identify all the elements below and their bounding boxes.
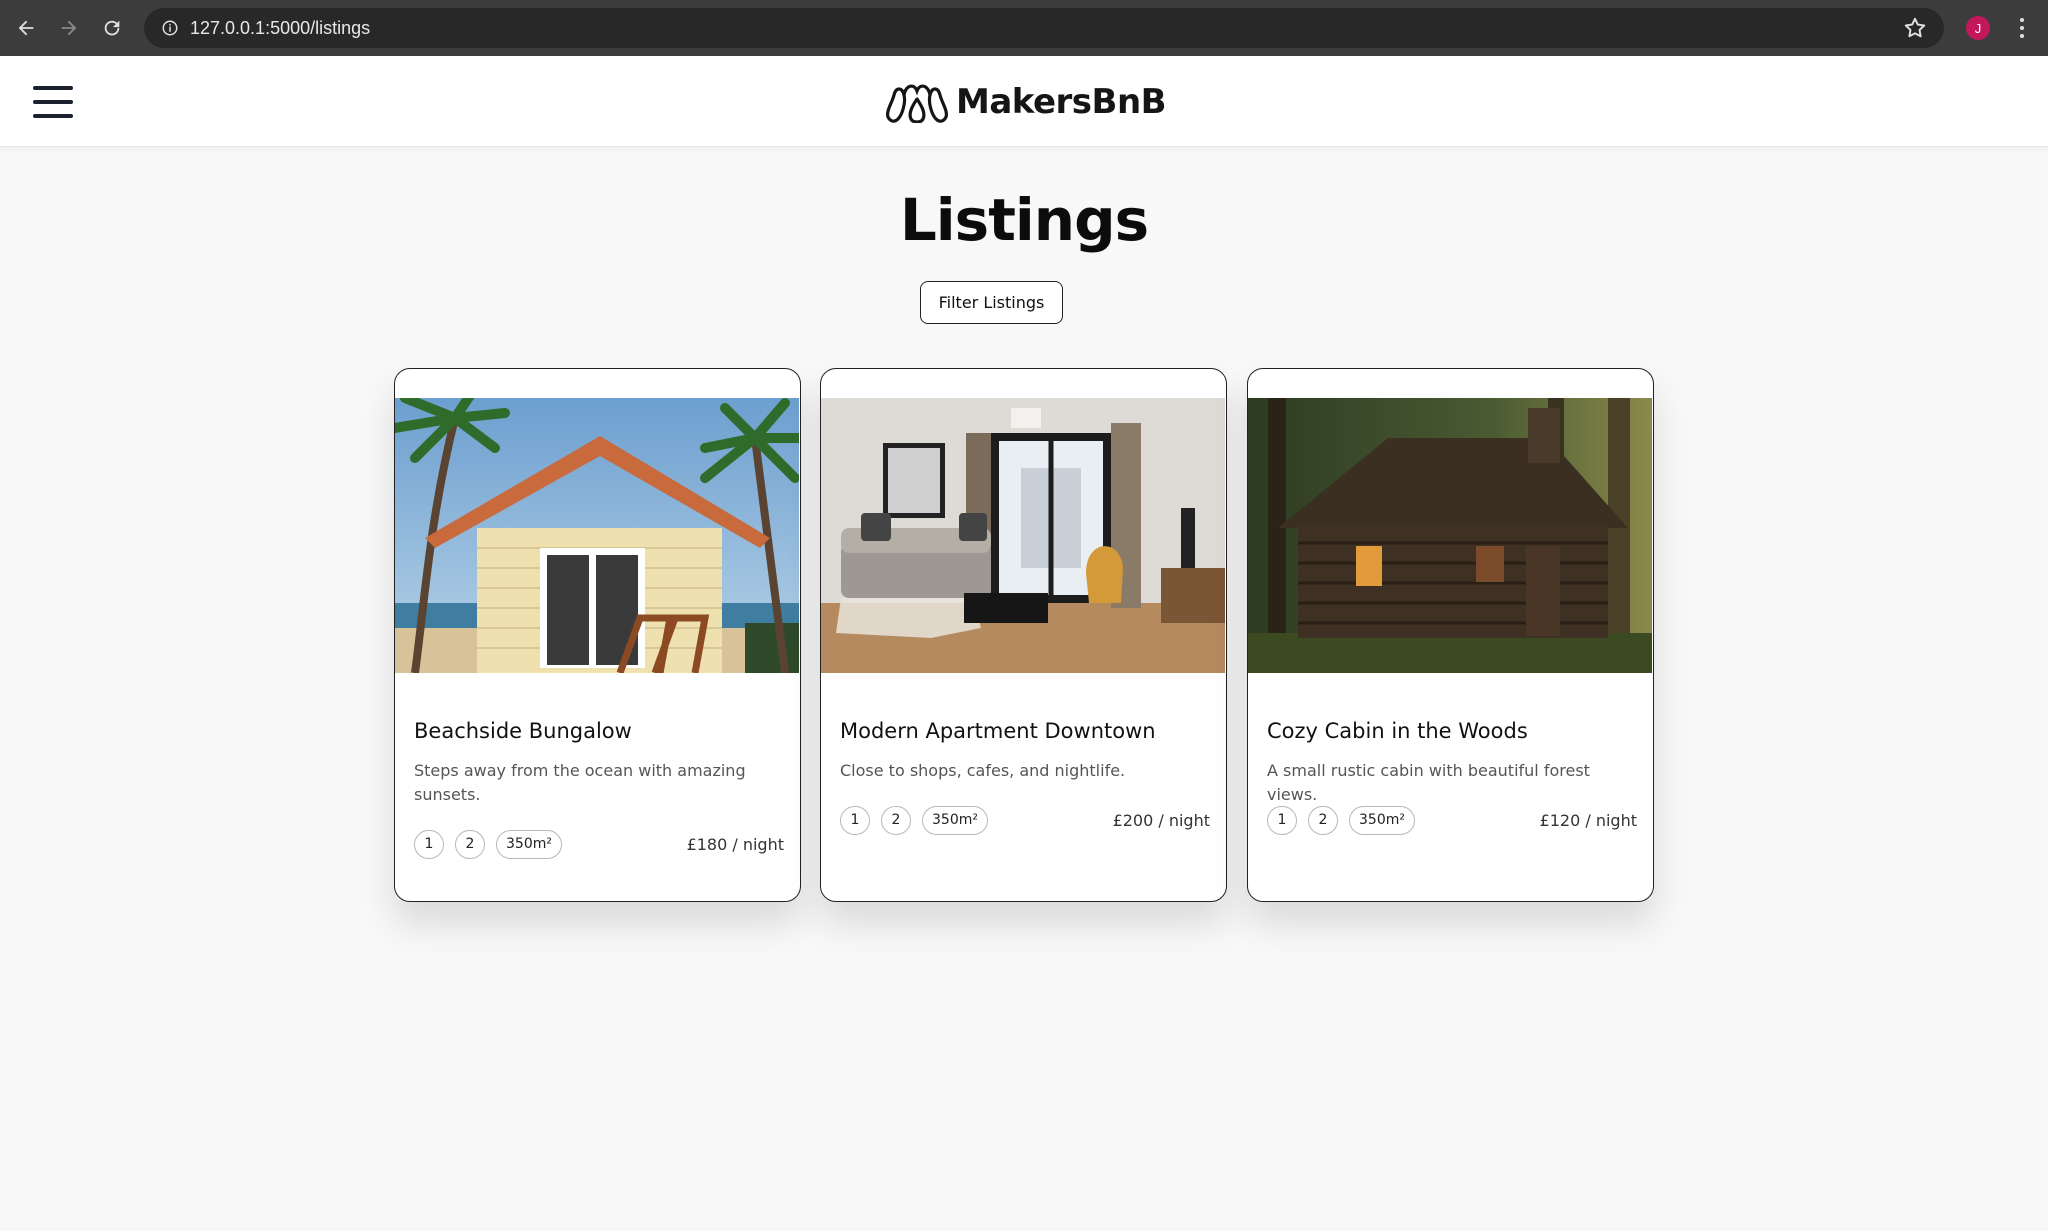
forward-button[interactable] — [55, 14, 83, 42]
arrow-right-icon — [61, 20, 77, 36]
listing-image[interactable] — [395, 398, 799, 673]
url-text[interactable]: 127.0.0.1:5000/listings — [190, 18, 370, 39]
listing-image[interactable] — [821, 398, 1225, 673]
listing-card[interactable]: Beachside Bungalow Steps away from the o… — [394, 368, 801, 902]
back-button[interactable] — [12, 14, 40, 42]
listing-title[interactable]: Modern Apartment Downtown — [840, 719, 1156, 743]
listing-tag: 1 — [414, 829, 444, 859]
listing-price: £180 / night — [686, 834, 784, 854]
brand-logo-icon — [886, 84, 948, 123]
app-header: MakersBnB — [0, 56, 2048, 147]
listing-meta: 1 2 350m² £200 / night — [840, 805, 1210, 835]
page-title: Listings — [899, 186, 1149, 254]
address-bar[interactable]: 127.0.0.1:5000/listings — [144, 8, 1944, 48]
brand-logo[interactable]: MakersBnB — [884, 78, 1167, 126]
listing-tag: 2 — [881, 805, 911, 835]
listing-price: £200 / night — [1112, 810, 1210, 830]
listing-tag: 1 — [840, 805, 870, 835]
profile-avatar[interactable]: J — [1966, 16, 1990, 40]
listing-area-tag: 350m² — [1349, 805, 1415, 835]
reload-button[interactable] — [98, 14, 126, 42]
listing-tag: 2 — [455, 829, 485, 859]
listing-card[interactable]: Cozy Cabin in the Woods A small rustic c… — [1247, 368, 1654, 902]
listing-tag: 1 — [1267, 805, 1297, 835]
listing-area-tag: 350m² — [922, 805, 988, 835]
listing-meta: 1 2 350m² £180 / night — [414, 829, 784, 859]
reload-icon — [104, 20, 120, 36]
listing-area-tag: 350m² — [496, 829, 562, 859]
listing-description: A small rustic cabin with beautiful fore… — [1267, 761, 1590, 804]
listing-description: Close to shops, cafes, and nightlife. — [840, 761, 1126, 780]
listing-meta: 1 2 350m² £120 / night — [1267, 805, 1637, 835]
arrow-left-icon — [18, 20, 34, 36]
listing-description: Steps away from the ocean with amazing s… — [414, 761, 746, 804]
listing-tag: 2 — [1308, 805, 1338, 835]
listing-card[interactable]: Modern Apartment Downtown Close to shops… — [820, 368, 1227, 902]
profile-initial: J — [1974, 20, 1982, 36]
bookmark-star-icon[interactable] — [1902, 15, 1928, 41]
listing-price: £120 / night — [1539, 810, 1637, 830]
listing-title[interactable]: Cozy Cabin in the Woods — [1267, 719, 1528, 743]
brand-name: MakersBnB — [956, 82, 1167, 122]
site-info-icon[interactable] — [150, 8, 190, 48]
listing-image[interactable] — [1248, 398, 1652, 673]
listing-title[interactable]: Beachside Bungalow — [414, 719, 632, 743]
browser-menu-icon[interactable] — [2010, 14, 2034, 42]
hamburger-menu-icon[interactable] — [33, 86, 73, 118]
filter-listings-button[interactable]: Filter Listings — [920, 281, 1063, 324]
browser-toolbar: 127.0.0.1:5000/listings J — [0, 0, 2048, 56]
